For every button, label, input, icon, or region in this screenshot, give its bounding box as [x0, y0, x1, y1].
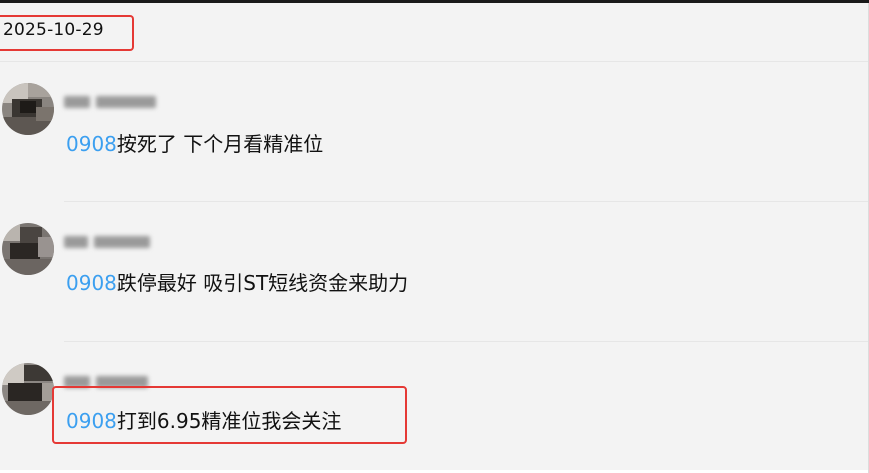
date-label: 2025-10-29: [3, 20, 104, 40]
comment-text: 0908按死了 下个月看精准位: [66, 128, 323, 157]
avatar[interactable]: [2, 223, 54, 275]
divider: [0, 61, 869, 62]
username-blurred[interactable]: [64, 371, 154, 388]
stock-code-link[interactable]: 0908: [66, 271, 117, 295]
stock-code-link[interactable]: 0908: [66, 409, 117, 433]
username-blurred[interactable]: [64, 231, 156, 248]
username-blurred[interactable]: [64, 91, 162, 108]
avatar[interactable]: [2, 83, 54, 135]
comment-body: 打到6.95精准位我会关注: [116, 409, 342, 433]
comment-text: 0908跌停最好 吸引ST短线资金来助力: [66, 267, 408, 296]
comment-body: 按死了 下个月看精准位: [116, 132, 324, 156]
comment-body: 跌停最好 吸引ST短线资金来助力: [116, 271, 409, 295]
divider: [64, 201, 869, 202]
comment-feed: 2025-10-29 0908按死了 下个月看精准位 0908跌停最好 吸引ST…: [0, 0, 869, 473]
divider: [64, 341, 869, 342]
stock-code-link[interactable]: 0908: [66, 132, 117, 156]
comment-text: 0908打到6.95精准位我会关注: [66, 405, 341, 434]
avatar[interactable]: [2, 363, 54, 415]
